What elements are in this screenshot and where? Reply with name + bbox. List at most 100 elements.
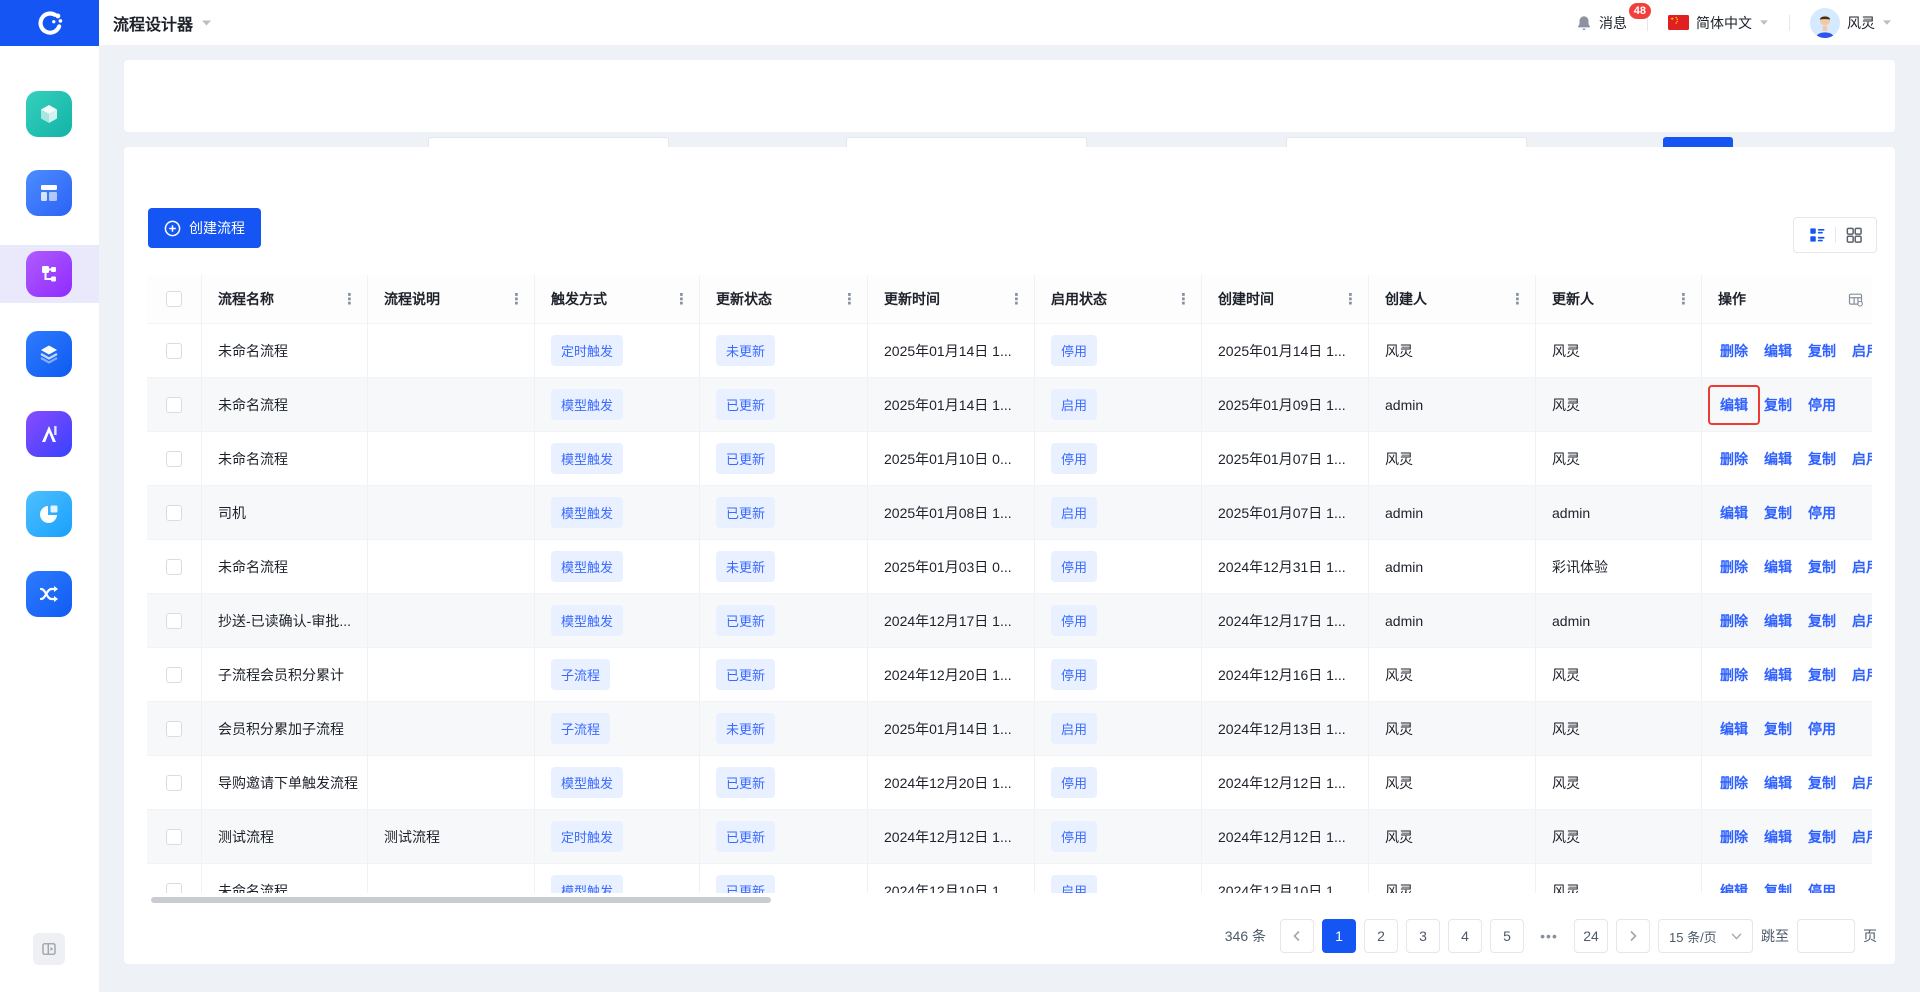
copy-link[interactable]: 复制 — [1808, 341, 1836, 361]
copy-link[interactable]: 复制 — [1808, 449, 1836, 469]
column-menu-icon[interactable]: ⋮ — [340, 290, 359, 308]
row-checkbox[interactable] — [166, 450, 182, 467]
table-row: 未命名流程 定时触发 未更新 2025年01月14日 1... 停用 2025年01月14… — [147, 323, 1872, 377]
sidebar-item-dashboard[interactable] — [26, 170, 72, 216]
sidebar-item-shuffle[interactable] — [26, 571, 72, 617]
column-menu-icon[interactable]: ⋮ — [840, 290, 859, 308]
copy-link[interactable]: 复制 — [1808, 611, 1836, 631]
disable-link[interactable]: 停用 — [1808, 503, 1836, 523]
page-button-3[interactable]: 3 — [1406, 919, 1440, 953]
disable-link[interactable]: 停用 — [1808, 395, 1836, 415]
messages-button[interactable]: 消息 48 — [1575, 2, 1651, 33]
row-checkbox[interactable] — [166, 396, 182, 413]
prev-page-button[interactable] — [1280, 919, 1314, 953]
row-checkbox[interactable] — [166, 666, 182, 683]
app-title-switcher[interactable]: 流程设计器 — [113, 11, 212, 35]
page-button-4[interactable]: 4 — [1448, 919, 1482, 953]
page-button-1[interactable]: 1 — [1322, 919, 1356, 953]
page-size-select[interactable]: 15 条/页 — [1658, 919, 1753, 953]
enable-link[interactable]: 启用 — [1852, 827, 1872, 847]
edit-link[interactable]: 编辑 — [1764, 449, 1792, 469]
column-menu-icon[interactable]: ⋮ — [672, 290, 691, 308]
copy-link[interactable]: 复制 — [1764, 719, 1792, 739]
jump-to-page-input[interactable] — [1797, 919, 1855, 953]
row-checkbox[interactable] — [166, 828, 182, 845]
page-button-5[interactable]: 5 — [1490, 919, 1524, 953]
updater-cell: 风灵 — [1536, 432, 1702, 485]
flow-desc-cell — [368, 486, 535, 539]
language-selector[interactable]: 简体中文 — [1668, 13, 1769, 33]
flow-name-cell: 测试流程 — [202, 810, 368, 863]
update-status-cell: 未更新 — [700, 324, 868, 377]
creator-cell: 风灵 — [1369, 648, 1536, 701]
edit-link[interactable]: 编辑 — [1764, 773, 1792, 793]
edit-link[interactable]: 编辑 — [1764, 665, 1792, 685]
page-ellipsis[interactable]: ••• — [1532, 928, 1566, 944]
page-button-last[interactable]: 24 — [1574, 919, 1608, 953]
delete-link[interactable]: 删除 — [1720, 557, 1748, 577]
copy-link[interactable]: 复制 — [1808, 557, 1836, 577]
column-menu-icon[interactable]: ⋮ — [1508, 290, 1527, 308]
chevron-right-icon — [1630, 930, 1637, 942]
list-view-button[interactable] — [1799, 218, 1835, 252]
delete-link[interactable]: 删除 — [1720, 665, 1748, 685]
column-settings-icon[interactable] — [1847, 291, 1864, 308]
copy-link[interactable]: 复制 — [1764, 881, 1792, 894]
delete-link[interactable]: 删除 — [1720, 449, 1748, 469]
grid-view-button[interactable] — [1836, 218, 1872, 252]
disable-link[interactable]: 停用 — [1808, 719, 1836, 739]
sidebar-item-pie-chart[interactable] — [26, 491, 72, 537]
select-all-checkbox[interactable] — [166, 291, 182, 307]
row-checkbox[interactable] — [166, 882, 182, 893]
row-checkbox[interactable] — [166, 504, 182, 521]
user-menu[interactable]: 风灵 — [1810, 7, 1892, 38]
copy-link[interactable]: 复制 — [1764, 395, 1792, 415]
copy-link[interactable]: 复制 — [1808, 827, 1836, 847]
sidebar-item-cube[interactable] — [26, 91, 72, 137]
create-flow-button[interactable]: 创建流程 — [148, 208, 261, 248]
row-checkbox[interactable] — [166, 342, 182, 359]
delete-link[interactable]: 删除 — [1720, 611, 1748, 631]
sidebar-item-workflow[interactable] — [26, 251, 72, 297]
copy-link[interactable]: 复制 — [1808, 665, 1836, 685]
column-menu-icon[interactable]: ⋮ — [1341, 290, 1360, 308]
delete-link[interactable]: 删除 — [1720, 827, 1748, 847]
enable-link[interactable]: 启用 — [1852, 773, 1872, 793]
row-checkbox[interactable] — [166, 720, 182, 737]
edit-link[interactable]: 编辑 — [1764, 557, 1792, 577]
row-checkbox[interactable] — [166, 774, 182, 791]
sidebar-collapse-button[interactable] — [33, 933, 65, 965]
disable-link[interactable]: 停用 — [1808, 881, 1836, 894]
column-menu-icon[interactable]: ⋮ — [1674, 290, 1693, 308]
edit-link[interactable]: 编辑 — [1720, 881, 1748, 894]
column-menu-icon[interactable]: ⋮ — [507, 290, 526, 308]
sidebar-item-letter-a[interactable] — [26, 411, 72, 457]
edit-link[interactable]: 编辑 — [1764, 611, 1792, 631]
enable-link[interactable]: 启用 — [1852, 341, 1872, 361]
column-menu-icon[interactable]: ⋮ — [1174, 290, 1193, 308]
trigger-type-cell: 模型触发 — [535, 432, 700, 485]
row-checkbox[interactable] — [166, 612, 182, 629]
column-menu-icon[interactable]: ⋮ — [1007, 290, 1026, 308]
enable-link[interactable]: 启用 — [1852, 665, 1872, 685]
edit-link[interactable]: 编辑 — [1720, 719, 1748, 739]
next-page-button[interactable] — [1616, 919, 1650, 953]
horizontal-scrollbar-thumb[interactable] — [151, 897, 771, 903]
edit-link[interactable]: 编辑 — [1764, 341, 1792, 361]
enable-link[interactable]: 启用 — [1852, 449, 1872, 469]
enable-link[interactable]: 启用 — [1852, 611, 1872, 631]
copy-link[interactable]: 复制 — [1808, 773, 1836, 793]
trigger-type-cell-badge: 定时触发 — [551, 821, 624, 852]
page-button-2[interactable]: 2 — [1364, 919, 1398, 953]
row-checkbox[interactable] — [166, 558, 182, 575]
edit-link[interactable]: 编辑 — [1764, 827, 1792, 847]
delete-link[interactable]: 删除 — [1720, 341, 1748, 361]
create-time-cell-text: 2024年12月12日 1... — [1218, 774, 1346, 791]
sidebar-item-layers[interactable] — [26, 331, 72, 377]
edit-link[interactable]: 编辑 — [1710, 387, 1758, 423]
delete-link[interactable]: 删除 — [1720, 773, 1748, 793]
edit-link[interactable]: 编辑 — [1720, 503, 1748, 523]
copy-link[interactable]: 复制 — [1764, 503, 1792, 523]
enable-link[interactable]: 启用 — [1852, 557, 1872, 577]
app-logo[interactable] — [0, 0, 99, 46]
